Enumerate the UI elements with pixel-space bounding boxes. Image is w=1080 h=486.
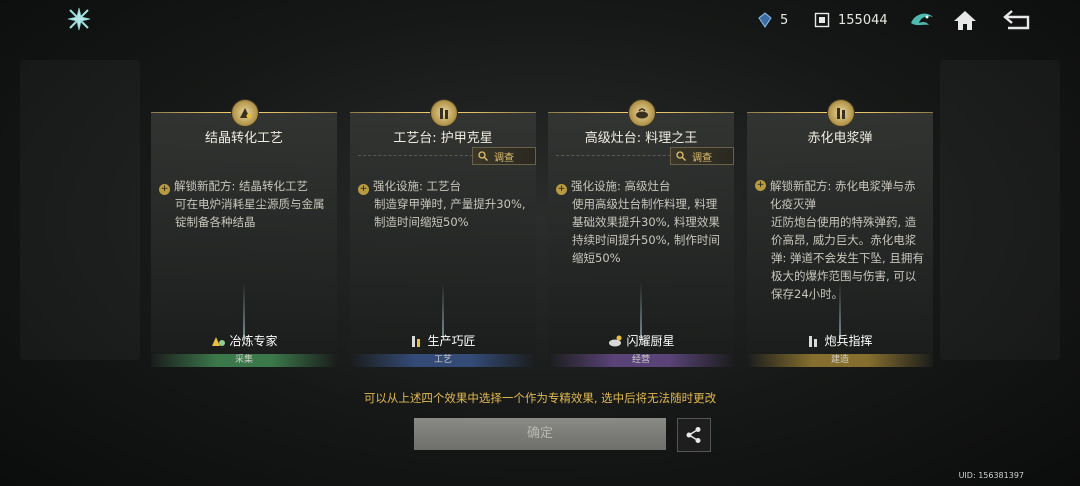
card-description: + 解锁新配方: 结晶转化工艺 可在电炉消耗星尘源质与金属锭制备各种结晶 bbox=[159, 177, 329, 231]
specialization-card-2[interactable]: 工艺台: 护甲克星 调查 + 强化设施: 工艺台 制造穿甲弹时, 产量提升30%,… bbox=[350, 99, 536, 367]
crystal-icon bbox=[758, 12, 772, 28]
confirm-button[interactable]: 确定 bbox=[414, 418, 666, 450]
shuriken-logo-icon[interactable] bbox=[66, 6, 92, 32]
coin-resource: 155044 bbox=[814, 10, 888, 30]
specialization-card-3[interactable]: 高级灶台: 料理之王 调查 + 强化设施: 高级灶台 使用高级灶台制作料理, 料理… bbox=[548, 99, 734, 367]
category-label: 工艺 bbox=[350, 354, 536, 367]
hint-text: 可以从上述四个效果中选择一个作为专精效果, 选中后将无法随时更改 bbox=[363, 391, 717, 405]
card-description: + 强化设施: 高级灶台 使用高级灶台制作料理, 料理基础效果提升30%, 料理效… bbox=[556, 177, 726, 267]
card-title: 赤化电浆弹 bbox=[807, 131, 873, 146]
category-label: 采集 bbox=[151, 354, 337, 367]
skill-name: 生产巧匠 bbox=[350, 332, 536, 349]
cooking-pot-icon bbox=[628, 99, 656, 127]
specialization-card-1[interactable]: 结晶转化工艺 + 解锁新配方: 结晶转化工艺 可在电炉消耗星尘源质与金属锭制备各种… bbox=[151, 99, 337, 367]
smelting-icon bbox=[212, 336, 226, 346]
card-lead: 解锁新配方: 结晶转化工艺 bbox=[174, 179, 309, 193]
card-body: 使用高级灶台制作料理, 料理基础效果提升30%, 料理效果持续时间提升50%, … bbox=[572, 197, 720, 265]
crystal-craft-icon bbox=[231, 99, 259, 127]
card-title: 高级灶台: 料理之王 bbox=[584, 131, 698, 146]
coin-icon bbox=[814, 12, 830, 28]
upgrade-icon: + bbox=[755, 180, 766, 191]
artillery-icon bbox=[809, 335, 818, 347]
skill-name: 炮兵指挥 bbox=[747, 332, 933, 349]
divider bbox=[358, 155, 478, 156]
card-lead: 解锁新配方: 赤化电浆弹与赤化疫灭弹 bbox=[770, 179, 916, 211]
card-title: 工艺台: 护甲克星 bbox=[393, 131, 493, 146]
card-lead: 强化设施: 工艺台 bbox=[373, 179, 462, 193]
share-button[interactable] bbox=[677, 418, 711, 452]
chef-icon bbox=[609, 335, 622, 346]
back-icon[interactable] bbox=[1002, 6, 1030, 34]
background-panel bbox=[940, 60, 1060, 360]
dragon-emblem-icon[interactable] bbox=[908, 6, 936, 34]
search-icon bbox=[478, 151, 488, 161]
uid-label: UID: 156381397 bbox=[958, 471, 1024, 480]
card-description: + 强化设施: 工艺台 制造穿甲弹时, 产量提升30%, 制造时间缩短50% bbox=[358, 177, 528, 231]
divider bbox=[556, 155, 676, 156]
crystal-resource: 5 bbox=[758, 10, 788, 30]
tower-icon bbox=[827, 99, 855, 127]
category-label: 建造 bbox=[747, 354, 933, 367]
light-beam bbox=[640, 283, 642, 338]
upgrade-icon: + bbox=[159, 184, 170, 195]
card-title: 结晶转化工艺 bbox=[204, 131, 283, 146]
specialization-card-4[interactable]: 赤化电浆弹 + 解锁新配方: 赤化电浆弹与赤化疫灭弹 近防炮台使用的特殊弹药, 造… bbox=[747, 99, 933, 367]
skill-name: 闪耀厨星 bbox=[548, 332, 734, 349]
background-panel bbox=[20, 60, 140, 360]
share-icon bbox=[686, 427, 701, 443]
home-icon[interactable] bbox=[951, 6, 979, 34]
upgrade-icon: + bbox=[358, 184, 369, 195]
upgrade-icon: + bbox=[556, 184, 567, 195]
coin-count: 155044 bbox=[838, 12, 888, 28]
top-bar: 5 155044 bbox=[0, 0, 1080, 40]
crystal-count: 5 bbox=[780, 12, 789, 28]
search-icon bbox=[676, 151, 686, 161]
light-beam bbox=[839, 283, 841, 338]
card-body: 制造穿甲弹时, 产量提升30%, 制造时间缩短50% bbox=[374, 197, 526, 229]
inspect-button[interactable]: 调查 bbox=[670, 147, 734, 165]
inspect-button[interactable]: 调查 bbox=[472, 147, 536, 165]
category-label: 经营 bbox=[548, 354, 734, 367]
light-beam bbox=[243, 283, 245, 338]
card-lead: 强化设施: 高级灶台 bbox=[571, 179, 671, 193]
light-beam bbox=[442, 283, 444, 338]
craftsman-icon bbox=[412, 335, 421, 347]
skill-name: 冶炼专家 bbox=[151, 332, 337, 349]
card-body: 可在电炉消耗星尘源质与金属锭制备各种结晶 bbox=[175, 197, 325, 229]
tower-icon bbox=[430, 99, 458, 127]
